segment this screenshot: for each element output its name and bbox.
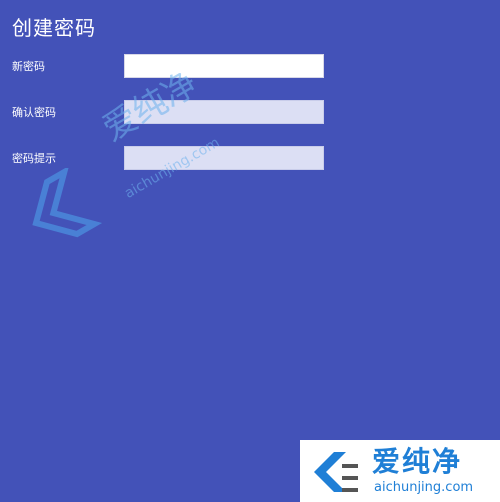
watermark-logo-icon — [32, 168, 103, 238]
confirm-password-field[interactable] — [124, 100, 324, 124]
page-title: 创建密码 — [12, 16, 96, 40]
password-hint-field[interactable] — [124, 146, 324, 170]
brand-cn-text: 爱纯净 — [372, 445, 463, 478]
new-password-label: 新密码 — [12, 60, 45, 73]
brand-logo-box: 爱纯净 aichunjing.com — [300, 440, 500, 502]
confirm-password-label: 确认密码 — [12, 106, 56, 119]
password-hint-label: 密码提示 — [12, 152, 56, 165]
brand-logo-icon — [314, 452, 358, 492]
new-password-field[interactable] — [124, 54, 324, 78]
brand-en-text: aichunjing.com — [374, 480, 474, 495]
